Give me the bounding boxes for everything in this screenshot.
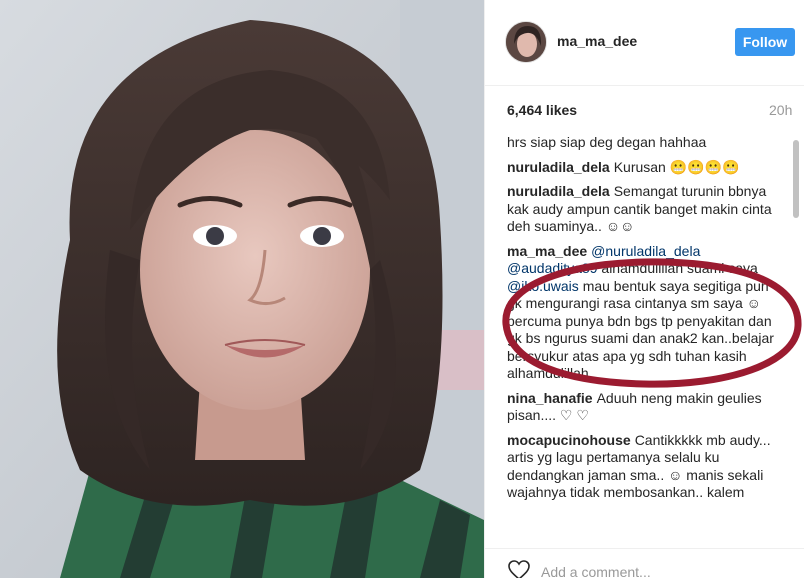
follow-button[interactable]: Follow: [735, 28, 795, 56]
comment: mocapucinohouse Cantikkkkk mb audy... art…: [507, 432, 787, 502]
post-time[interactable]: 20h: [769, 102, 792, 118]
mention-link[interactable]: @audaditya89: [507, 260, 598, 276]
heart-icon[interactable]: [507, 559, 531, 578]
comment-highlighted: ma_ma_dee @nuruladila_dela @audaditya89 a…: [507, 243, 787, 383]
comment-username[interactable]: ma_ma_dee: [507, 243, 587, 259]
comment: nina_hanafie Aduuh neng makin geulies pis…: [507, 390, 787, 425]
comment-list: hrs siap siap deg degan hahhaa nuruladil…: [507, 134, 787, 509]
comment-username[interactable]: nuruladila_dela: [507, 183, 610, 199]
avatar[interactable]: [505, 21, 547, 63]
caption: hrs siap siap deg degan hahhaa: [507, 134, 787, 152]
comment-username[interactable]: mocapucinohouse: [507, 432, 631, 448]
comment: nuruladila_dela Kurusan 😬😬😬😬: [507, 159, 787, 177]
add-comment-input[interactable]: [541, 562, 781, 578]
comment-text: alhamdulillah suami saya: [601, 260, 758, 276]
avatar-image: [506, 22, 546, 62]
username[interactable]: ma_ma_dee: [557, 33, 637, 49]
comments-scrollbar[interactable]: [793, 140, 799, 218]
mention-link[interactable]: @nuruladila_dela: [591, 243, 700, 259]
comment-username[interactable]: nuruladila_dela: [507, 159, 610, 175]
comment-text: Kurusan 😬😬😬😬: [613, 158, 740, 175]
portrait-image: [0, 0, 484, 578]
post-header: ma_ma_dee Follow: [485, 0, 804, 86]
comment-username[interactable]: nina_hanafie: [507, 390, 593, 406]
post-panel: ma_ma_dee Follow 6,464 likes 20h hrs sia…: [484, 0, 804, 578]
like-count[interactable]: 6,464 likes: [507, 102, 577, 118]
post-photo[interactable]: [0, 0, 484, 578]
mention-link[interactable]: @iko.uwais: [507, 278, 579, 294]
caption-text: hrs siap siap deg degan hahhaa: [507, 134, 707, 150]
post-footer: [485, 548, 804, 578]
comment: nuruladila_dela Semangat turunin bbnya ka…: [507, 183, 787, 236]
